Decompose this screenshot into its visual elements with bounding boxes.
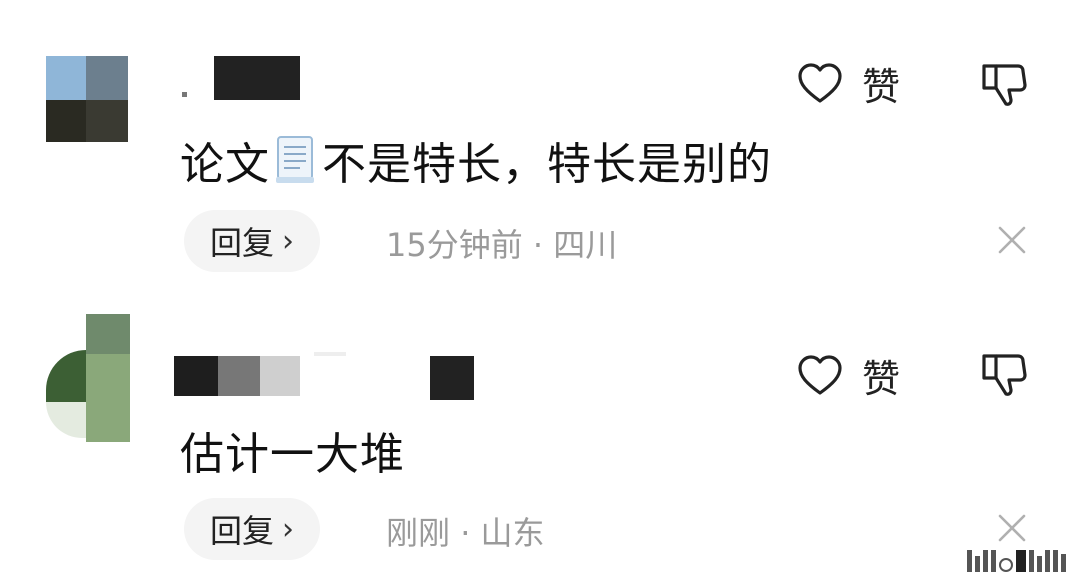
comment-text: 估计一大堆: [180, 418, 405, 482]
comment-item: 赞 估计一大堆 回复 › 刚刚 · 山东: [0, 290, 1080, 586]
avatar[interactable]: [46, 56, 128, 142]
watermark-logo: [967, 544, 1066, 572]
reply-label: 回复: [210, 512, 275, 550]
reply-button[interactable]: 回复 ›: [184, 498, 321, 560]
close-x-icon: [998, 514, 1026, 542]
close-x-icon: [998, 226, 1026, 254]
comment-meta: 刚刚 · 山东: [386, 508, 545, 554]
dismiss-button[interactable]: [996, 512, 1028, 544]
like-button[interactable]: 赞: [796, 348, 900, 403]
location: 四川: [553, 226, 618, 264]
like-button[interactable]: 赞: [796, 56, 900, 111]
comment-text-part: 估计一大堆: [180, 429, 405, 480]
avatar[interactable]: [46, 314, 130, 442]
like-label: 赞: [862, 65, 901, 109]
comment-item: 赞 论文 不是特长，特长是别的 回复 › 15分钟前 · 四川: [0, 0, 1080, 290]
thumbs-down-outline-icon: [982, 354, 1027, 396]
thumbs-down-outline-icon: [982, 64, 1027, 106]
timestamp: 15分钟前: [386, 226, 523, 264]
dislike-button[interactable]: [978, 348, 1030, 400]
like-label: 赞: [862, 357, 901, 401]
comment-text-part: 不是特长，特长是别的: [322, 139, 772, 190]
meta-separator: ·: [460, 514, 471, 552]
reply-button[interactable]: 回复 ›: [184, 210, 321, 272]
timestamp: 刚刚: [386, 514, 451, 552]
heart-outline-icon: [798, 354, 842, 395]
comment-text-part: 论文: [180, 139, 270, 190]
heart-outline-icon: [798, 62, 842, 103]
location: 山东: [480, 514, 545, 552]
dismiss-button[interactable]: [996, 224, 1028, 256]
chevron-right-icon: ›: [282, 223, 295, 259]
meta-separator: ·: [532, 226, 544, 264]
comment-meta: 15分钟前 · 四川: [386, 220, 617, 266]
document-emoji-icon: [276, 136, 314, 183]
chevron-right-icon: ›: [282, 511, 295, 547]
reply-label: 回复: [210, 224, 275, 262]
dislike-button[interactable]: [978, 58, 1030, 110]
comment-text: 论文 不是特长，特长是别的: [180, 128, 772, 192]
